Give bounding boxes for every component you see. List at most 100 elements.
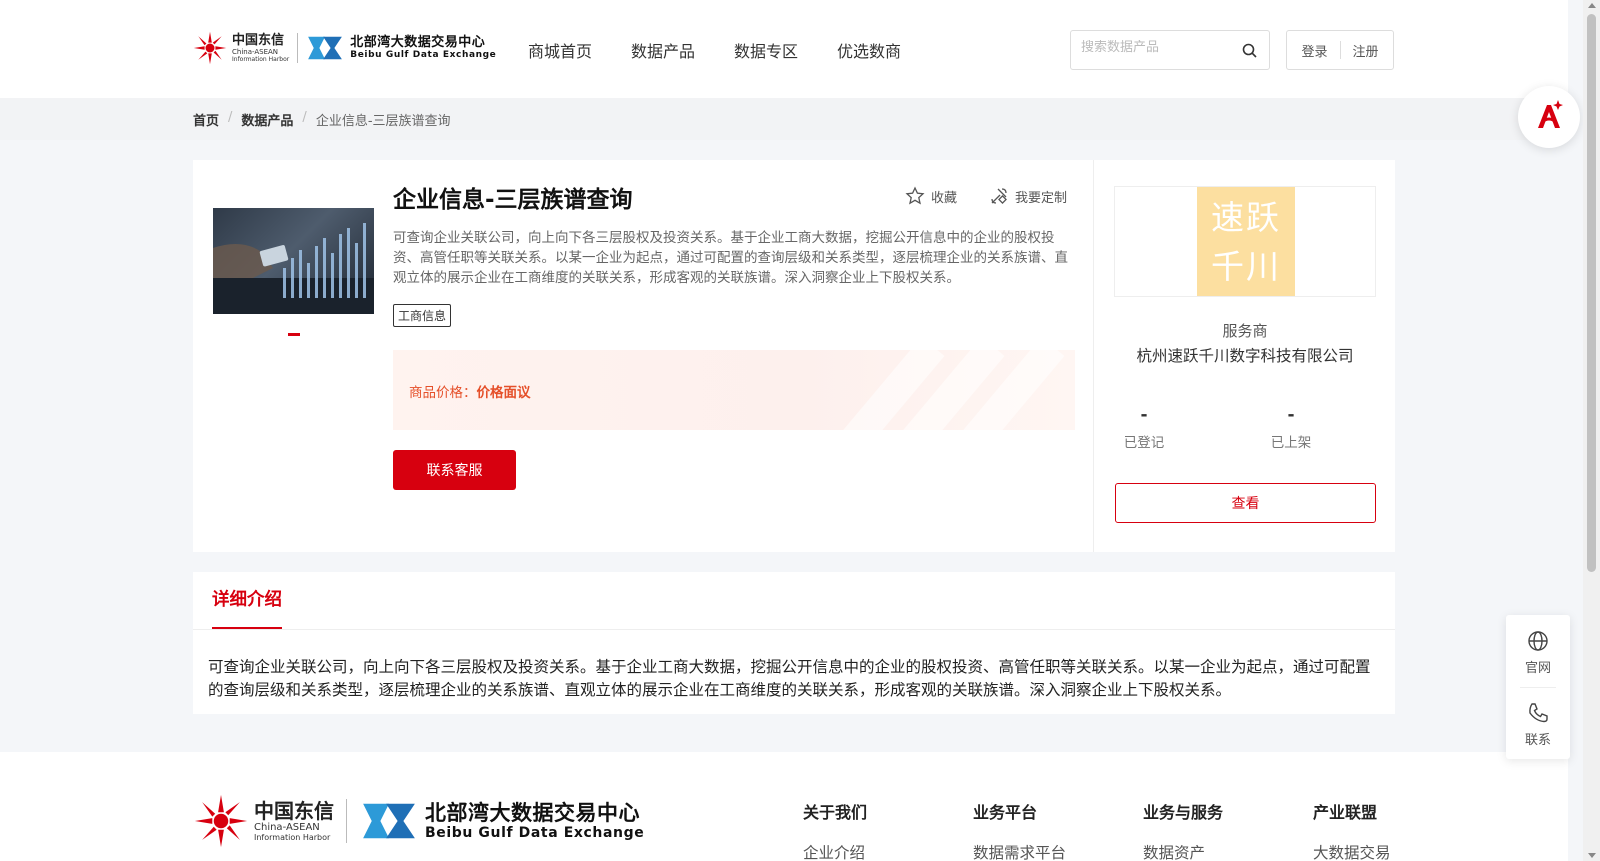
footer-logo: 中国东信 China-ASEAN Information Harbor 北部湾大… (192, 792, 644, 850)
footer-heading: 关于我们 (803, 803, 868, 822)
footer-col-alliance: 产业联盟 大数据交易 (1313, 799, 1391, 861)
carousel-indicator[interactable] (288, 333, 300, 336)
stat-registered: - 已登记 (1094, 405, 1194, 451)
footer-logo-ct-en2: Information Harbor (254, 832, 331, 842)
footer-logo-bx-en: Beibu Gulf Data Exchange (425, 824, 645, 841)
product-image-graphic (213, 223, 374, 314)
side-bar-divider (1520, 687, 1556, 688)
scroll-up-arrow-icon[interactable] (1588, 3, 1596, 8)
detail-section: 详细介绍 可查询企业关联公司，向上向下各三层股权及投资关系。基于企业工商大数据，… (193, 572, 1395, 714)
favorite-button[interactable]: 收藏 (905, 186, 957, 206)
footer-heading: 业务与服务 (1143, 803, 1224, 822)
website-label: 官网 (1524, 661, 1551, 676)
website-button[interactable]: 官网 (1506, 629, 1570, 676)
detail-text: 可查询企业关联公司，向上向下各三层股权及投资关系。基于企业工商大数据，挖掘公开信… (208, 658, 1371, 699)
logo-bx-en: Beibu Gulf Data Exchange (350, 50, 497, 60)
contact-button[interactable]: 联系 (1506, 701, 1570, 748)
scrollbar-thumb[interactable] (1587, 14, 1596, 572)
price-panel: 商品价格：价格面议 (393, 350, 1075, 430)
contact-label: 联系 (1524, 733, 1551, 748)
search-box (1070, 30, 1270, 70)
china-telecom-logo-icon (193, 31, 227, 65)
favorite-label: 收藏 (931, 190, 958, 206)
product-card: 企业信息-三层族谱查询 收藏 我要定制 可查询企业关联公司，向上向下各三层股权及… (193, 160, 1395, 552)
logo-divider (346, 799, 347, 843)
ai-assistant-button[interactable] (1518, 86, 1580, 148)
product-image (213, 208, 374, 314)
globe-icon (1528, 631, 1548, 651)
product-actions: 收藏 我要定制 (905, 186, 1099, 206)
price-text: 商品价格：价格面议 (409, 381, 531, 401)
footer-logo-ct-en: China-ASEAN (254, 821, 320, 833)
auth-group: 登录 注册 (1286, 30, 1394, 70)
footer-col-services: 业务与服务 数据资产 (1143, 799, 1223, 861)
star-icon (905, 186, 925, 205)
page-scrollbar[interactable] (1583, 0, 1600, 861)
provider-name: 杭州速跃千川数字科技有限公司 (1136, 347, 1354, 365)
nav-mall-home[interactable]: 商城首页 (528, 38, 592, 62)
provider-logo: 速跃 千川 (1197, 187, 1295, 296)
provider-role: 服务商 (1222, 322, 1268, 340)
breadcrumb-data-products[interactable]: 数据产品 (241, 110, 293, 129)
breadcrumb-separator: / (302, 110, 307, 125)
logo-divider (297, 33, 299, 63)
product-title: 企业信息-三层族谱查询 (393, 187, 633, 213)
footer-heading: 产业联盟 (1313, 803, 1378, 822)
footer-link[interactable]: 数据资产 (1143, 841, 1223, 861)
footer-heading: 业务平台 (973, 803, 1038, 822)
china-telecom-logo-icon (194, 794, 248, 848)
beibu-gulf-logo-icon (363, 803, 415, 839)
logo-ct-en2: Information Harbor (232, 55, 290, 63)
view-provider-button[interactable]: 查看 (1115, 483, 1376, 523)
category-tag: 工商信息 (393, 304, 452, 327)
auth-divider (1339, 41, 1341, 59)
site-logo[interactable]: 中国东信 China-ASEAN Information Harbor 北部湾大… (192, 28, 496, 68)
footer-link[interactable]: 大数据交易 (1313, 841, 1391, 861)
customize-label: 我要定制 (1015, 190, 1068, 206)
breadcrumb: 首页 / 数据产品 / 企业信息-三层族谱查询 (0, 98, 1568, 140)
register-link[interactable]: 注册 (1353, 41, 1379, 60)
customize-button[interactable]: 我要定制 (989, 186, 1067, 206)
search-icon[interactable] (1241, 42, 1259, 60)
card-divider (1093, 160, 1094, 552)
nav-data-zone[interactable]: 数据专区 (734, 38, 798, 62)
footer-col-about: 关于我们 企业介绍 (803, 799, 867, 861)
footer-link[interactable]: 企业介绍 (803, 841, 867, 861)
footer-logo-bx-cn: 北部湾大数据交易中心 (425, 800, 640, 825)
ai-assistant-icon (1538, 100, 1563, 128)
stat-listed: - 已上架 (1241, 405, 1341, 451)
floating-side-bar: 官网 联系 (1506, 615, 1570, 759)
logo-bx-cn: 北部湾大数据交易中心 (350, 35, 486, 50)
nav-data-products[interactable]: 数据产品 (631, 38, 695, 62)
breadcrumb-current: 企业信息-三层族谱查询 (315, 114, 451, 129)
search-input[interactable] (1081, 40, 1231, 55)
breadcrumb-separator: / (228, 110, 233, 125)
beibu-gulf-logo-icon (308, 36, 343, 60)
footer-col-platform: 业务平台 数据需求平台 (973, 799, 1066, 861)
phone-icon (1529, 703, 1548, 723)
tab-divider (193, 629, 1395, 630)
tab-detail-intro[interactable]: 详细介绍 (212, 586, 282, 629)
contact-service-button[interactable]: 联系客服 (393, 450, 516, 490)
login-link[interactable]: 登录 (1301, 41, 1327, 60)
scroll-down-arrow-icon[interactable] (1588, 853, 1596, 858)
tools-icon (991, 188, 1007, 204)
provider-logo-frame: 速跃 千川 (1114, 186, 1376, 297)
top-header: 中国东信 China-ASEAN Information Harbor 北部湾大… (0, 0, 1568, 98)
nav-preferred-vendors[interactable]: 优选数商 (837, 38, 901, 62)
price-value: 价格面议 (476, 385, 531, 401)
price-label: 商品价格： (409, 385, 477, 401)
footer-link[interactable]: 数据需求平台 (973, 841, 1066, 861)
logo-ct-en: China-ASEAN (232, 47, 279, 56)
provider-logo-line2: 千川 (1211, 247, 1281, 286)
logo-ct-cn: 中国东信 (232, 32, 285, 48)
stat-listed-value: - (1287, 405, 1295, 425)
main-nav: 商城首页 数据产品 数据专区 优选数商 (528, 38, 940, 62)
stat-registered-value: - (1140, 405, 1148, 425)
stat-listed-label: 已上架 (1270, 435, 1312, 451)
product-description: 可查询企业关联公司，向上向下各三层股权及投资关系。基于企业工商大数据，挖掘公开信… (393, 230, 1068, 286)
breadcrumb-home[interactable]: 首页 (193, 110, 219, 129)
stat-registered-label: 已登记 (1123, 435, 1165, 451)
footer: 中国东信 China-ASEAN Information Harbor 北部湾大… (0, 752, 1568, 861)
footer-logo-ct-cn: 中国东信 (254, 798, 334, 823)
